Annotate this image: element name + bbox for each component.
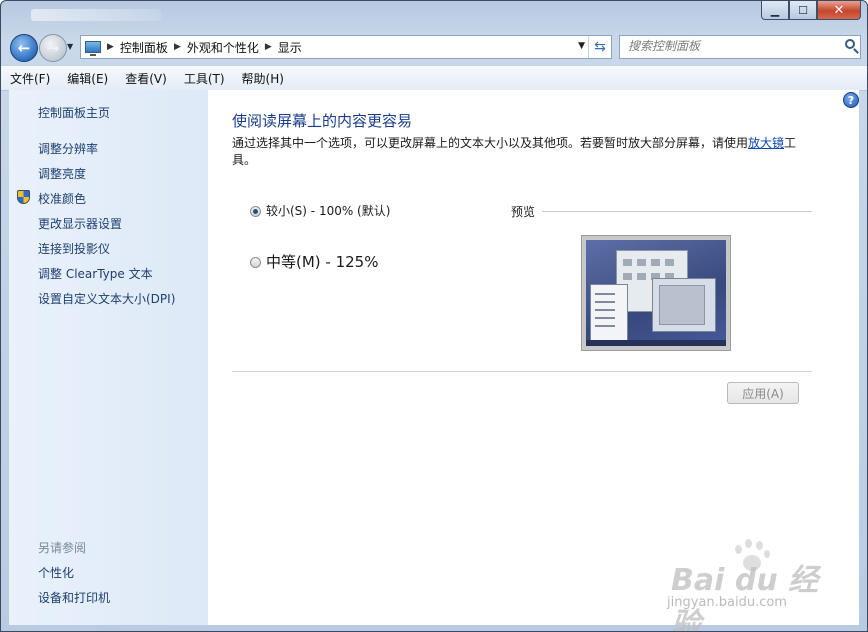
page-title: 使阅读屏幕上的内容更容易: [232, 112, 413, 130]
forward-arrow-icon: →: [46, 39, 60, 57]
recent-pages-dropdown[interactable]: ▼: [67, 42, 73, 51]
maximize-button[interactable]: ☐: [789, 1, 817, 20]
forward-button[interactable]: →: [39, 34, 67, 62]
breadcrumb-control-panel[interactable]: 控制面板: [120, 39, 168, 56]
title-bar: ▁ ☐ ✕: [1, 1, 867, 31]
sidebar-item-control-panel-home[interactable]: 控制面板主页: [38, 104, 110, 121]
watermark-logo: Bai du 经验: [671, 563, 819, 632]
search-input[interactable]: [620, 36, 836, 56]
sidebar-item-connect-projector[interactable]: 连接到投影仪: [38, 240, 110, 257]
see-also-heading: 另请参阅: [38, 541, 87, 555]
search-icon[interactable]: [845, 39, 855, 49]
sidebar-item-adjust-brightness[interactable]: 调整亮度: [38, 165, 86, 182]
search-box: [619, 35, 861, 59]
back-button[interactable]: ←: [10, 34, 38, 62]
watermark-url: jingyan.baidu.com: [667, 595, 787, 610]
address-bar[interactable]: ▶ 控制面板 ▶ 外观和个性化 ▶ 显示 ▼ ⇆: [80, 35, 612, 59]
sidebar: 控制面板主页 调整分辨率 调整亮度 校准颜色 更改显示器设置 连接到投影仪 调整…: [9, 90, 208, 625]
menu-edit[interactable]: 编辑(E): [58, 70, 116, 87]
description-text: 通过选择其中一个选项，可以更改屏幕上的文本大小以及其他项。若要暂时放大部分屏幕，…: [232, 136, 749, 150]
preview-taskbar: [586, 340, 726, 346]
preview-divider: [542, 211, 812, 212]
breadcrumb-display[interactable]: 显示: [278, 39, 302, 56]
sidebar-item-change-display-settings[interactable]: 更改显示器设置: [38, 215, 122, 232]
preview-label: 预览: [511, 205, 536, 219]
option-medium-label[interactable]: 中等(M) - 125%: [266, 251, 378, 272]
magnifier-link[interactable]: 放大镜: [748, 136, 784, 150]
divider: [232, 371, 812, 372]
baidu-watermark: Bai du 经验 jingyan.baidu.com: [663, 535, 823, 631]
preview-window-front: [652, 278, 716, 332]
refresh-button[interactable]: ⇆: [588, 36, 611, 58]
close-button[interactable]: ✕: [817, 1, 861, 20]
sidebar-item-devices-printers[interactable]: 设备和打印机: [38, 589, 110, 606]
preview-window-list: [590, 284, 628, 342]
navigation-bar: ← → ▼ ▶ 控制面板 ▶ 外观和个性化 ▶ 显示 ▼ ⇆: [1, 31, 867, 65]
chevron-right-icon[interactable]: ▶: [107, 42, 114, 52]
control-panel-window: ▁ ☐ ✕ ← → ▼ ▶ 控制面板 ▶ 外观和个性化 ▶ 显示 ▼ ⇆ 文件(…: [0, 0, 868, 632]
sidebar-item-personalization[interactable]: 个性化: [38, 564, 74, 581]
computer-icon: [85, 41, 101, 56]
menu-file[interactable]: 文件(F): [1, 70, 58, 87]
chevron-right-icon[interactable]: ▶: [265, 42, 272, 52]
sidebar-item-custom-dpi[interactable]: 设置自定义文本大小(DPI): [38, 290, 175, 307]
chevron-down-icon[interactable]: ▼: [578, 41, 585, 51]
preview-image: [581, 235, 731, 351]
page-description: 通过选择其中一个选项，可以更改屏幕上的文本大小以及其他项。若要暂时放大部分屏幕，…: [232, 135, 807, 169]
caption-buttons: ▁ ☐ ✕: [761, 1, 861, 21]
radio-medium[interactable]: [250, 257, 261, 268]
option-smaller-label[interactable]: 较小(S) - 100% (默认): [266, 202, 390, 219]
help-icon[interactable]: ?: [843, 92, 859, 108]
uac-shield-icon: [17, 190, 30, 204]
sidebar-item-calibrate-color[interactable]: 校准颜色: [38, 190, 86, 207]
title-blur: [31, 9, 161, 21]
refresh-icon: ⇆: [594, 39, 606, 55]
menu-bar: 文件(F) 编辑(E) 查看(V) 工具(T) 帮助(H): [1, 65, 867, 91]
chevron-right-icon[interactable]: ▶: [174, 42, 181, 52]
menu-tools[interactable]: 工具(T): [175, 70, 233, 87]
preview-screen: [586, 240, 726, 346]
sidebar-item-adjust-resolution[interactable]: 调整分辨率: [38, 140, 98, 157]
radio-smaller[interactable]: [250, 206, 261, 217]
sidebar-item-cleartype[interactable]: 调整 ClearType 文本: [38, 265, 153, 282]
menu-view[interactable]: 查看(V): [116, 70, 175, 87]
menu-help[interactable]: 帮助(H): [233, 70, 292, 87]
back-arrow-icon: ←: [17, 39, 31, 57]
breadcrumb-appearance[interactable]: 外观和个性化: [187, 39, 259, 56]
apply-button[interactable]: 应用(A): [727, 382, 799, 404]
minimize-button[interactable]: ▁: [761, 1, 789, 20]
